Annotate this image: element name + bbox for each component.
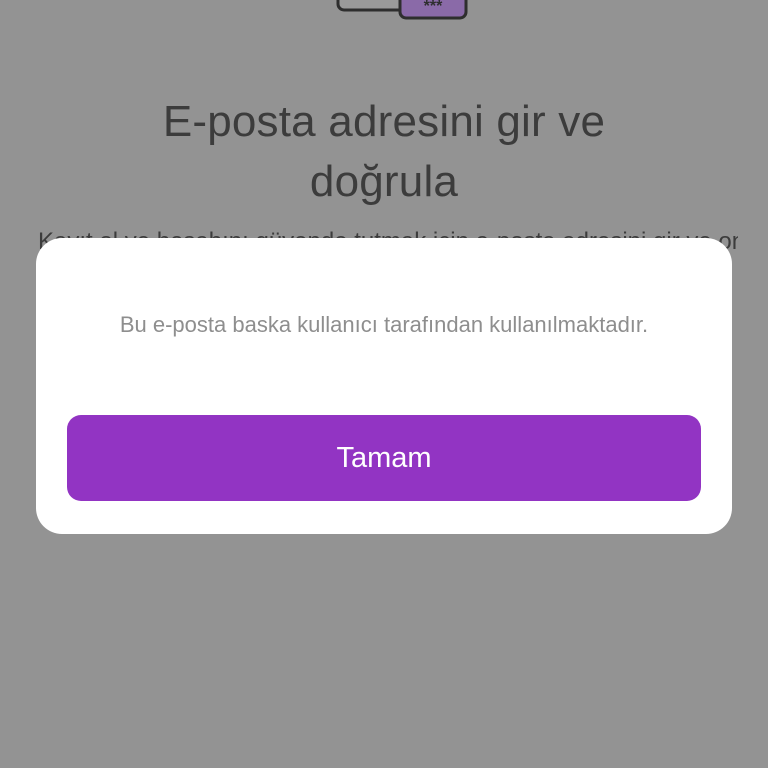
page-title: E-posta adresini gir ve doğrula xyxy=(162,97,606,206)
password-card-icon: *** xyxy=(336,0,468,20)
email-verify-screen: *** E-posta adresini gir ve doğrula Kayı… xyxy=(0,0,768,768)
ok-button[interactable]: Tamam xyxy=(67,415,701,501)
dialog-message: Bu e-posta baska kullanıcı tarafından ku… xyxy=(119,312,649,337)
password-mask-text: *** xyxy=(424,0,443,15)
alert-dialog: Bu e-posta baska kullanıcı tarafından ku… xyxy=(36,238,732,534)
